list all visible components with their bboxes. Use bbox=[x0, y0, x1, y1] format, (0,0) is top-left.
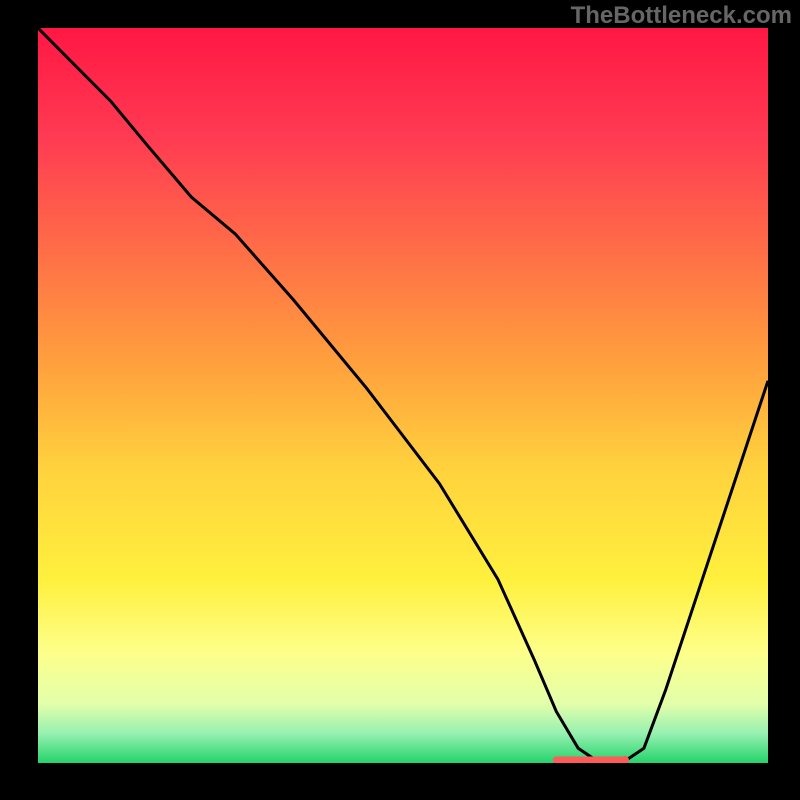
watermark-text: TheBottleneck.com bbox=[571, 2, 792, 30]
optimal-marker bbox=[556, 756, 629, 763]
chart-svg bbox=[38, 28, 768, 763]
chart-container: TheBottleneck.com bbox=[0, 0, 800, 800]
background-gradient bbox=[38, 28, 768, 763]
plot-area bbox=[38, 28, 768, 763]
